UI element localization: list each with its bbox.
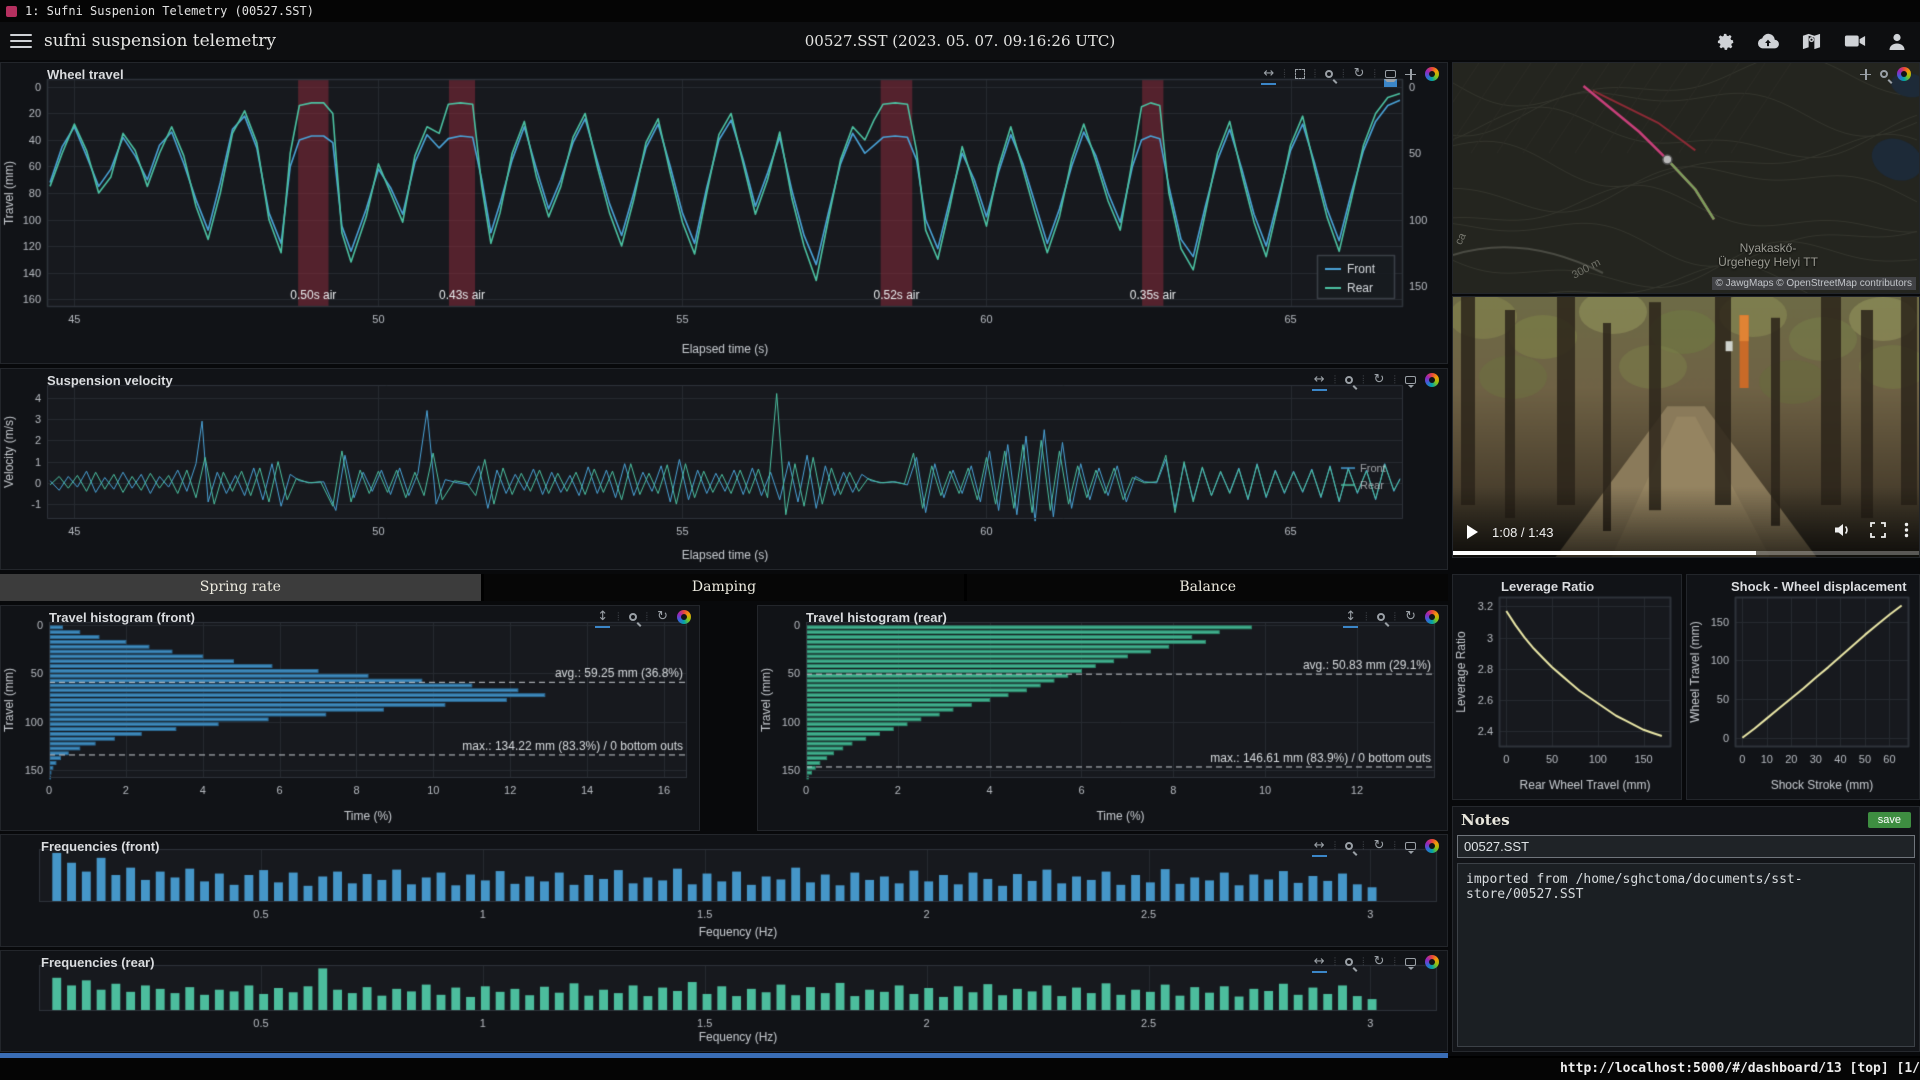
map-attribution[interactable]: © JawgMaps © OpenStreetMap contributors: [1712, 277, 1917, 290]
wheel-zoom-icon[interactable]: [629, 613, 637, 621]
reset-icon[interactable]: ↻: [1374, 955, 1385, 969]
chart-toolbar: ↕⦙ ⦙ ↻: [1345, 609, 1439, 625]
bokeh-logo-icon[interactable]: [1425, 839, 1439, 853]
pan-x-icon[interactable]: ↔: [1263, 67, 1274, 81]
map-panel: Nyakaskő- Ürgehegy Helyi TT 300 m ca © J…: [1452, 62, 1920, 294]
reset-icon[interactable]: ↻: [1374, 839, 1385, 853]
pan-x-icon[interactable]: ↔: [1314, 839, 1325, 853]
tab-balance[interactable]: Balance: [967, 574, 1448, 601]
notes-heading: Notes: [1461, 811, 1510, 829]
reset-icon[interactable]: ↻: [657, 610, 668, 624]
cloud-upload-icon[interactable]: [1757, 32, 1779, 51]
chart-toolbar: ↕⦙ ⦙ ↻: [597, 609, 691, 625]
save-button[interactable]: save: [1868, 812, 1911, 828]
pan-x-icon[interactable]: ↔: [1314, 955, 1325, 969]
wheel-zoom-icon[interactable]: [1345, 376, 1353, 384]
video-progress-fill: [1453, 551, 1756, 555]
chart-toolbar: ↔⦙ ⦙ ↻⦙: [1314, 372, 1439, 388]
notes-textarea[interactable]: [1457, 863, 1915, 1047]
more-options-icon[interactable]: [1904, 522, 1909, 543]
frequencies-rear-chart[interactable]: [1, 951, 1447, 1051]
map-canvas[interactable]: [1453, 63, 1919, 293]
wheel-zoom-icon[interactable]: [1880, 70, 1888, 78]
play-icon[interactable]: [1467, 525, 1478, 539]
chart-toolbar: ↔⦙ ⦙ ⦙ ↻⦙: [1263, 66, 1439, 82]
wheel-zoom-icon[interactable]: [1345, 842, 1353, 850]
chart-toolbar: ↔⦙ ⦙ ↻⦙: [1314, 954, 1439, 970]
map-icon[interactable]: [1801, 32, 1822, 51]
session-title: 00527.SST (2023. 05. 07. 09:16:26 UTC): [0, 32, 1920, 50]
wheel-zoom-icon[interactable]: [1325, 70, 1333, 78]
settings-icon[interactable]: [1716, 32, 1735, 51]
box-zoom-icon[interactable]: [1295, 69, 1305, 79]
hover-icon[interactable]: [1405, 376, 1416, 384]
tab-damping[interactable]: Damping: [484, 574, 965, 601]
travel-histogram-rear-chart[interactable]: [758, 606, 1447, 830]
pan-y-icon[interactable]: ↕: [1345, 610, 1356, 624]
crosshair-icon[interactable]: [1405, 69, 1416, 80]
pan-icon[interactable]: [1860, 69, 1871, 80]
bokeh-logo-icon[interactable]: [1425, 373, 1439, 387]
frequencies-rear-panel: Frequencies (rear) ↔⦙ ⦙ ↻⦙: [0, 950, 1448, 1052]
suspension-velocity-chart[interactable]: [1, 369, 1447, 569]
video-controls: 1:08 / 1:43: [1453, 517, 1919, 547]
volume-icon[interactable]: [1834, 522, 1852, 543]
mode-tabs: Spring rate Damping Balance: [0, 574, 1448, 601]
travel-histogram-rear-panel: Travel histogram (rear) ↕⦙ ⦙ ↻: [757, 605, 1448, 831]
browser-tab-bar: 1: Sufni Suspenion Telemetry (00527.SST): [0, 0, 1920, 22]
fullscreen-icon[interactable]: [1870, 522, 1886, 543]
frequencies-front-chart[interactable]: [1, 835, 1447, 946]
favicon: [6, 6, 17, 17]
leverage-ratio-panel: Leverage Ratio: [1452, 574, 1682, 800]
browser-status-bar: http://localhost:5000/#/dashboard/13 [to…: [0, 1058, 1920, 1080]
tab-title[interactable]: 1: Sufni Suspenion Telemetry (00527.SST): [25, 4, 314, 18]
reset-icon[interactable]: ↻: [1405, 610, 1416, 624]
bokeh-logo-icon[interactable]: [1897, 67, 1911, 81]
app-header: sufni suspension telemetry 00527.SST (20…: [0, 22, 1920, 60]
bokeh-logo-icon[interactable]: [1425, 610, 1439, 624]
app-title: sufni suspension telemetry: [44, 31, 276, 51]
reset-icon[interactable]: ↻: [1354, 67, 1365, 81]
bokeh-logo-icon[interactable]: [1425, 67, 1439, 81]
menu-icon[interactable]: [10, 30, 32, 52]
video-progress-bar[interactable]: [1453, 551, 1919, 555]
tab-spring-rate[interactable]: Spring rate: [0, 574, 481, 601]
suspension-velocity-panel: Suspension velocity ↔⦙ ⦙ ↻⦙: [0, 368, 1448, 570]
video-camera-icon[interactable]: [1844, 32, 1866, 50]
wheel-travel-chart[interactable]: [1, 63, 1447, 363]
wheel-zoom-icon[interactable]: [1377, 613, 1385, 621]
shock-wheel-panel: Shock - Wheel displacement: [1686, 574, 1920, 800]
session-name-input[interactable]: [1457, 835, 1915, 858]
map-toolbar: [1860, 66, 1911, 82]
status-url: http://localhost:5000/#/dashboard/13 [to…: [1560, 1061, 1920, 1076]
pan-y-icon[interactable]: ↕: [597, 610, 608, 624]
hover-icon[interactable]: [1405, 958, 1416, 966]
notes-panel: Notes save: [1452, 806, 1920, 1052]
pan-x-icon[interactable]: ↔: [1314, 373, 1325, 387]
wheel-travel-panel: Wheel travel ↔⦙ ⦙ ⦙ ↻⦙: [0, 62, 1448, 364]
bokeh-logo-icon[interactable]: [1425, 955, 1439, 969]
leverage-ratio-chart[interactable]: [1453, 575, 1681, 799]
hover-icon[interactable]: [1405, 842, 1416, 850]
bokeh-logo-icon[interactable]: [677, 610, 691, 624]
travel-histogram-front-panel: Travel histogram (front) ↕⦙ ⦙ ↻: [0, 605, 700, 831]
dashboard: Wheel travel ↔⦙ ⦙ ⦙ ↻⦙ Suspension veloci…: [0, 60, 1920, 1056]
travel-histogram-front-chart[interactable]: [1, 606, 699, 830]
user-icon[interactable]: [1888, 32, 1906, 51]
video-panel: 1:08 / 1:43: [1452, 296, 1920, 558]
frequencies-front-panel: Frequencies (front) ↔⦙ ⦙ ↻⦙: [0, 834, 1448, 947]
shock-wheel-chart[interactable]: [1687, 575, 1919, 799]
wheel-zoom-icon[interactable]: [1345, 958, 1353, 966]
chart-toolbar: ↔⦙ ⦙ ↻⦙: [1314, 838, 1439, 854]
video-time: 1:08 / 1:43: [1492, 525, 1553, 540]
hover-icon[interactable]: [1385, 70, 1396, 78]
reset-icon[interactable]: ↻: [1374, 373, 1385, 387]
